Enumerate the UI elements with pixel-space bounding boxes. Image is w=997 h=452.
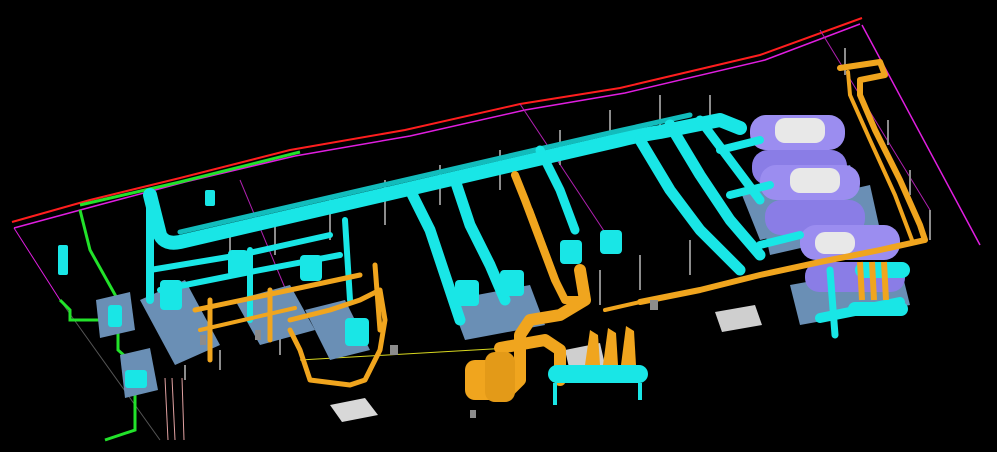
magenta-left-edge [13,227,61,301]
hx-connection [826,266,839,339]
thin-pink-lines [164,377,185,441]
orange-branch-mid [511,171,584,304]
pump-icon [560,240,582,264]
pump-icon [160,280,182,310]
orange-vertical [372,262,383,333]
orange-branch-mid-2 [527,207,563,293]
pump-icon [600,230,622,254]
pump-icon [125,370,147,388]
heat-exchanger-icon [465,352,515,402]
main-header-pipe-2 [177,112,693,235]
pump-icon [108,305,122,327]
floor-grating-icon [715,305,762,332]
header-icon [548,326,648,405]
floor-grating-icon [330,398,378,422]
main-header-pipe [143,113,747,250]
pump-icon [455,280,479,306]
chiller-connection [716,136,764,154]
pump-icon [500,270,524,296]
branch-pipe-1 [404,184,466,326]
pump-icon [228,250,248,276]
branch-pipe-3 [535,145,580,235]
pump-icon [58,245,68,275]
piping-model-viewport[interactable] [0,0,997,452]
pump-icon [300,255,322,281]
orange-to-bottom [603,300,642,312]
vertical-riser [342,217,353,303]
pump-icon [345,318,369,346]
pump-icon [205,190,215,206]
